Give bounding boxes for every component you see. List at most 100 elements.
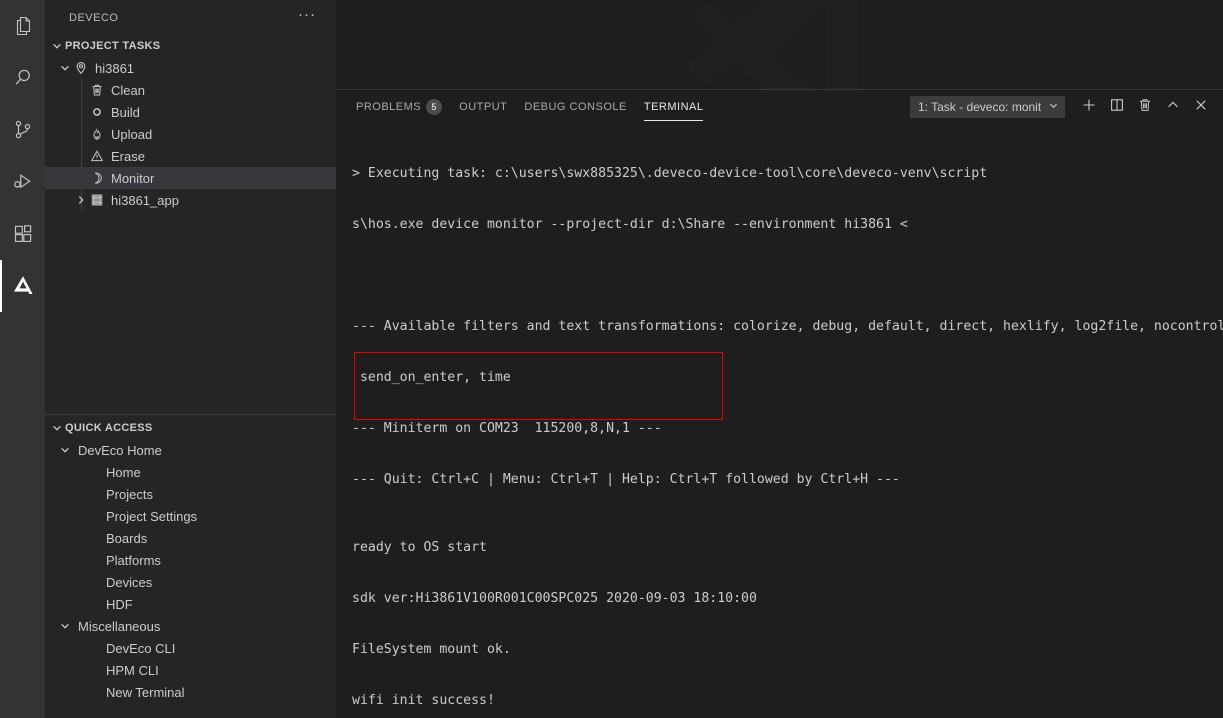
close-icon: [1193, 97, 1209, 118]
run-debug-icon: [11, 170, 35, 194]
maximize-panel-button[interactable]: [1159, 94, 1187, 120]
quick-access-label: New Terminal: [106, 684, 185, 700]
tab-output[interactable]: OUTPUT: [459, 90, 507, 125]
activity-item-run-and-debug[interactable]: [0, 156, 45, 208]
terminal-line-highlighted: ready to OS start: [352, 539, 487, 555]
kill-terminal-button[interactable]: [1131, 94, 1159, 120]
problems-count-badge: 5: [426, 99, 443, 116]
circle-icon: [89, 104, 105, 120]
panel-actions: 1: Task - deveco: monit: [910, 94, 1215, 120]
chevron-right-icon: [73, 192, 89, 208]
tree-item-label: Monitor: [111, 170, 155, 186]
chevron-down-icon: [57, 442, 73, 458]
section-label-project-tasks: PROJECT TASKS: [65, 40, 161, 52]
new-terminal-button[interactable]: [1075, 94, 1103, 120]
tab-problems[interactable]: PROBLEMS 5: [356, 90, 443, 125]
split-terminal-button[interactable]: [1103, 94, 1131, 120]
location-pin-icon: [73, 60, 89, 76]
sidebar-more-actions-button[interactable]: ···: [298, 7, 316, 25]
quick-access-item-hdf[interactable]: HDF: [45, 593, 336, 615]
terminal-lines: > Executing task: c:\users\swx885325\.de…: [352, 131, 1223, 718]
quick-access-label: Boards: [106, 530, 148, 546]
tree-item-hi3861-app[interactable]: hi3861_app: [45, 189, 336, 211]
tab-label: OUTPUT: [459, 101, 508, 114]
terminal-output[interactable]: > Executing task: c:\users\swx885325\.de…: [336, 125, 1223, 718]
warning-triangle-icon: [89, 148, 105, 164]
activity-bar: [0, 0, 45, 718]
tree-item-deveco-home[interactable]: DevEco Home: [45, 439, 336, 461]
panel-toolbar: PROBLEMS 5 OUTPUT DEBUG CONSOLE TERMINAL: [336, 90, 1223, 125]
tree-item-task-build[interactable]: Build: [45, 101, 336, 123]
activity-item-search[interactable]: [0, 52, 45, 104]
main-area: PROBLEMS 5 OUTPUT DEBUG CONSOLE TERMINAL: [336, 0, 1223, 718]
source-control-icon: [11, 118, 35, 142]
chevron-down-icon: [1048, 100, 1059, 114]
panel-tabs: PROBLEMS 5 OUTPUT DEBUG CONSOLE TERMINAL: [356, 90, 910, 125]
section-divider: [45, 414, 336, 415]
terminal-selector-value: 1: Task - deveco: monit: [918, 100, 1042, 115]
chevron-up-icon: [1165, 97, 1181, 118]
files-icon: [11, 14, 35, 38]
quick-access-item-platforms[interactable]: Platforms: [45, 549, 336, 571]
trash-icon: [1137, 97, 1153, 118]
tree-item-label: Miscellaneous: [78, 618, 161, 634]
tree-item-miscellaneous[interactable]: Miscellaneous: [45, 615, 336, 637]
tab-label: DEBUG CONSOLE: [524, 101, 627, 114]
server-icon: [89, 192, 105, 208]
quick-access-item-hpm-cli[interactable]: HPM CLI: [45, 659, 336, 681]
quick-access-item-project-settings[interactable]: Project Settings: [45, 505, 336, 527]
tree-item-task-upload[interactable]: Upload: [45, 123, 336, 145]
tree-item-hi3861[interactable]: hi3861: [45, 57, 336, 79]
section-label-quick-access: QUICK ACCESS: [65, 422, 153, 434]
terminal-line-highlighted: sdk ver:Hi3861V100R001C00SPC025 2020-09-…: [352, 590, 757, 606]
terminal-line: --- Quit: Ctrl+C | Menu: Ctrl+T | Help: …: [352, 471, 900, 487]
editor-empty-area: [336, 0, 1223, 89]
panel: PROBLEMS 5 OUTPUT DEBUG CONSOLE TERMINAL: [336, 88, 1223, 718]
terminal-line: s\hos.exe device monitor --project-dir d…: [352, 216, 908, 232]
activity-item-deveco[interactable]: [0, 260, 45, 312]
quick-access-item-projects[interactable]: Projects: [45, 483, 336, 505]
sidebar-header: DEVECO ···: [45, 0, 336, 35]
quick-access-item-home[interactable]: Home: [45, 461, 336, 483]
close-panel-button[interactable]: [1187, 94, 1215, 120]
tab-label: TERMINAL: [643, 101, 704, 114]
quick-access-item-new-terminal[interactable]: New Terminal: [45, 681, 336, 703]
chevron-down-icon: [49, 38, 65, 54]
activity-item-extensions[interactable]: [0, 208, 45, 260]
terminal-line-highlighted: wifi init success!: [352, 692, 495, 708]
tree-item-label: Erase: [111, 148, 145, 164]
quick-access-item-boards[interactable]: Boards: [45, 527, 336, 549]
terminal-line-highlighted: FileSystem mount ok.: [352, 641, 511, 657]
chevron-down-icon: [57, 60, 73, 76]
tab-label: PROBLEMS: [356, 101, 422, 114]
quick-access-item-devices[interactable]: Devices: [45, 571, 336, 593]
vscode-logo-watermark: [635, 0, 925, 89]
quick-access-item-deveco-cli[interactable]: DevEco CLI: [45, 637, 336, 659]
tab-terminal[interactable]: TERMINAL: [643, 90, 704, 125]
activity-item-source-control[interactable]: [0, 104, 45, 156]
sidebar: DEVECO ··· PROJECT TASKS hi3861 Clean Bu…: [45, 0, 336, 718]
quick-access-label: Project Settings: [106, 508, 198, 524]
section-header-project-tasks[interactable]: PROJECT TASKS: [45, 35, 336, 57]
tree-item-task-erase[interactable]: Erase: [45, 145, 336, 167]
quick-access-label: DevEco CLI: [106, 640, 176, 656]
tree-item-label: DevEco Home: [78, 442, 162, 458]
terminal-line: --- Available filters and text transform…: [352, 318, 1223, 334]
plus-icon: [1081, 97, 1097, 118]
quick-access-label: Projects: [106, 486, 153, 502]
quick-access-label: Platforms: [106, 552, 161, 568]
chevron-down-icon: [57, 618, 73, 634]
terminal-selector-dropdown[interactable]: 1: Task - deveco: monit: [910, 96, 1065, 119]
tree-item-label: Upload: [111, 126, 153, 142]
activity-item-explorer[interactable]: [0, 0, 45, 52]
quick-access-label: HDF: [106, 596, 133, 612]
tree-item-task-monitor[interactable]: Monitor: [45, 167, 336, 189]
section-header-quick-access[interactable]: QUICK ACCESS: [45, 417, 336, 439]
tab-debug-console[interactable]: DEBUG CONSOLE: [524, 90, 626, 125]
terminal-line: > Executing task: c:\users\swx885325\.de…: [352, 165, 988, 181]
extensions-icon: [11, 222, 35, 246]
terminal-line: send_on_enter, time: [352, 369, 511, 385]
tree-item-task-clean[interactable]: Clean: [45, 79, 336, 101]
tree-item-label: hi3861: [95, 60, 135, 76]
